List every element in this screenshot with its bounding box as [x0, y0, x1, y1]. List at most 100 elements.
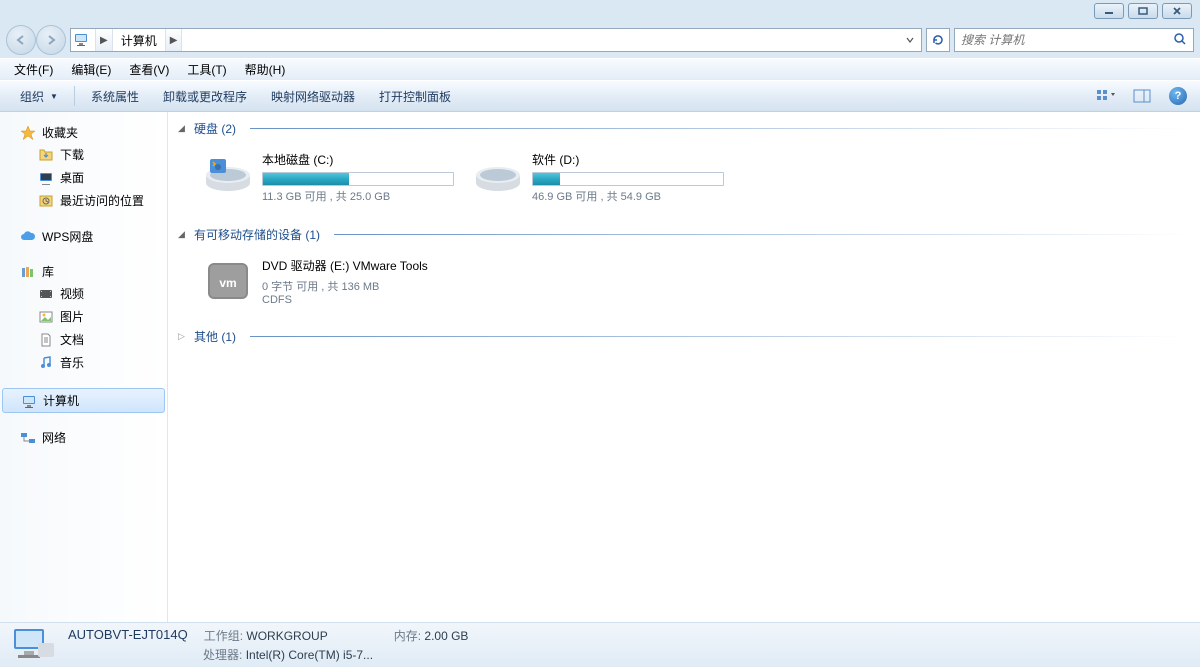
desktop-icon: [38, 170, 54, 186]
title-bar: [0, 0, 1200, 22]
section-divider: [250, 128, 1190, 129]
sidebar-desktop-label: 桌面: [60, 169, 84, 186]
main-area: 收藏夹 下载 桌面 最近访问的位置 WPS网盘: [0, 112, 1200, 622]
section-removable: ◢ 有可移动存储的设备 (1) vm DVD 驱动器 (E:) VMware T…: [178, 222, 1190, 316]
refresh-icon: [931, 33, 945, 47]
computer-icon: [21, 393, 37, 409]
back-button[interactable]: [6, 25, 36, 55]
sidebar-documents[interactable]: 文档: [0, 328, 167, 351]
drive-c-stats: 11.3 GB 可用 , 共 25.0 GB: [262, 188, 454, 204]
vmware-dvd-icon: vm: [204, 257, 252, 305]
status-memory-value: 2.00 GB: [424, 629, 468, 643]
breadcrumb-dropdown[interactable]: [901, 29, 919, 51]
sidebar-favorites[interactable]: 收藏夹: [0, 122, 167, 143]
forward-button[interactable]: [36, 25, 66, 55]
menu-help[interactable]: 帮助(H): [237, 59, 294, 80]
preview-pane-button[interactable]: [1128, 84, 1156, 108]
sidebar-desktop[interactable]: 桌面: [0, 166, 167, 189]
cloud-icon: [20, 229, 36, 245]
sidebar-pictures-label: 图片: [60, 308, 84, 325]
help-button[interactable]: ?: [1164, 84, 1192, 108]
section-removable-title: 有可移动存储的设备 (1): [194, 226, 320, 243]
drive-e-stats: 0 字节 可用 , 共 136 MB: [262, 278, 524, 294]
breadcrumb-root-sep[interactable]: ▶: [95, 29, 113, 51]
drive-c[interactable]: 本地磁盘 (C:) 11.3 GB 可用 , 共 25.0 GB: [204, 151, 454, 204]
forward-arrow-icon: [44, 33, 58, 47]
sidebar-network-label: 网络: [42, 429, 66, 446]
view-mode-button[interactable]: [1092, 84, 1120, 108]
status-workgroup-label: 工作组:: [204, 629, 243, 643]
toolbar-map-drive[interactable]: 映射网络驱动器: [259, 84, 367, 109]
svg-text:vm: vm: [219, 276, 236, 290]
documents-icon: [38, 332, 54, 348]
drive-e-name: DVD 驱动器 (E:) VMware Tools: [262, 257, 524, 274]
search-icon[interactable]: [1173, 32, 1187, 49]
toolbar-organize-label: 组织: [20, 88, 44, 105]
sidebar-recent[interactable]: 最近访问的位置: [0, 189, 167, 212]
collapse-arrow-icon: ◢: [178, 229, 188, 240]
drive-d[interactable]: 软件 (D:) 46.9 GB 可用 , 共 54.9 GB: [474, 151, 724, 204]
search-input[interactable]: [961, 33, 1173, 47]
sidebar-libraries[interactable]: 库: [0, 261, 167, 282]
sidebar-network[interactable]: 网络: [0, 427, 167, 448]
hdd-icon: [204, 151, 252, 199]
toolbar-separator: [74, 86, 75, 106]
sidebar-music[interactable]: 音乐: [0, 351, 167, 374]
menu-edit[interactable]: 编辑(E): [63, 59, 119, 80]
hdd-icon: [474, 151, 522, 199]
sidebar-documents-label: 文档: [60, 331, 84, 348]
section-hdd: ◢ 硬盘 (2) 本地磁盘 (C:) 11.3 GB 可用 , 共 25.0 G…: [178, 116, 1190, 214]
toolbar-control-panel[interactable]: 打开控制面板: [367, 84, 463, 109]
section-removable-header[interactable]: ◢ 有可移动存储的设备 (1): [178, 222, 1190, 247]
sidebar-pictures[interactable]: 图片: [0, 305, 167, 328]
content-pane: ◢ 硬盘 (2) 本地磁盘 (C:) 11.3 GB 可用 , 共 25.0 G…: [168, 112, 1200, 622]
computer-icon: [73, 31, 91, 49]
breadcrumb[interactable]: ▶ 计算机 ▶: [70, 28, 922, 52]
sidebar-downloads[interactable]: 下载: [0, 143, 167, 166]
section-hdd-title: 硬盘 (2): [194, 120, 236, 137]
search-box[interactable]: [954, 28, 1194, 52]
maximize-button[interactable]: [1128, 3, 1158, 19]
status-processor-label: 处理器:: [203, 648, 242, 662]
expand-arrow-icon: ▷: [178, 331, 188, 342]
view-icons-icon: [1096, 89, 1116, 103]
toolbar: 组织▼ 系统属性 卸载或更改程序 映射网络驱动器 打开控制面板 ?: [0, 80, 1200, 112]
sidebar-recent-label: 最近访问的位置: [60, 192, 144, 209]
section-divider: [250, 336, 1190, 337]
menu-tools[interactable]: 工具(T): [179, 59, 234, 80]
section-other-header[interactable]: ▷ 其他 (1): [178, 324, 1190, 349]
minimize-button[interactable]: [1094, 3, 1124, 19]
close-icon: [1171, 6, 1183, 16]
drive-e-fs: CDFS: [262, 294, 524, 306]
toolbar-organize[interactable]: 组织▼: [8, 84, 70, 109]
sidebar-computer[interactable]: 计算机: [2, 388, 165, 413]
section-hdd-header[interactable]: ◢ 硬盘 (2): [178, 116, 1190, 141]
network-icon: [20, 430, 36, 446]
menu-file[interactable]: 文件(F): [6, 59, 61, 80]
downloads-icon: [38, 147, 54, 163]
navigation-row: ▶ 计算机 ▶: [0, 22, 1200, 58]
drive-d-name: 软件 (D:): [532, 151, 724, 168]
menu-bar: 文件(F) 编辑(E) 查看(V) 工具(T) 帮助(H): [0, 58, 1200, 80]
status-workgroup-value: WORKGROUP: [246, 629, 327, 643]
drive-d-bar: [532, 172, 724, 186]
back-arrow-icon: [14, 33, 28, 47]
sidebar-music-label: 音乐: [60, 354, 84, 371]
drive-e[interactable]: vm DVD 驱动器 (E:) VMware Tools 0 字节 可用 , 共…: [204, 257, 524, 306]
section-divider: [334, 234, 1190, 235]
help-icon: ?: [1169, 87, 1187, 105]
drive-d-fill: [533, 173, 560, 185]
toolbar-uninstall[interactable]: 卸载或更改程序: [151, 84, 259, 109]
sidebar-wps[interactable]: WPS网盘: [0, 226, 167, 247]
close-button[interactable]: [1162, 3, 1192, 19]
status-bar: AUTOBVT-EJT014Q 工作组: WORKGROUP 内存: 2.00 …: [0, 622, 1200, 667]
breadcrumb-sep[interactable]: ▶: [165, 29, 183, 51]
sidebar-videos[interactable]: 视频: [0, 282, 167, 305]
chevron-down-icon: [905, 35, 915, 45]
breadcrumb-computer[interactable]: 计算机: [113, 29, 165, 51]
menu-view[interactable]: 查看(V): [121, 59, 177, 80]
computer-large-icon: [8, 627, 56, 663]
refresh-button[interactable]: [926, 28, 950, 52]
toolbar-properties[interactable]: 系统属性: [79, 84, 151, 109]
star-icon: [20, 125, 36, 141]
